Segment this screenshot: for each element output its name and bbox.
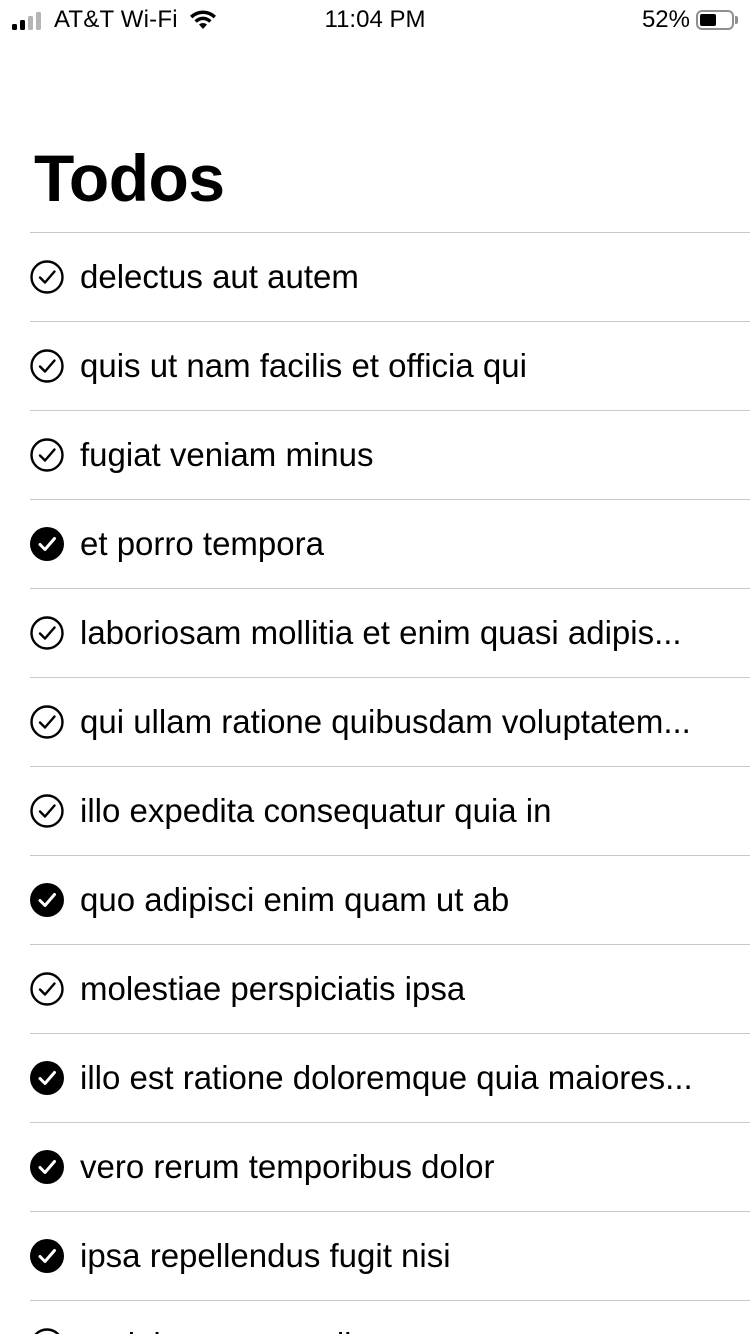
- checkmark-circle-icon[interactable]: [30, 260, 64, 294]
- checkmark-circle-filled-icon[interactable]: [30, 1239, 64, 1273]
- todo-title: et doloremque nulla: [80, 1325, 370, 1334]
- todo-title: quo adipisci enim quam ut ab: [80, 881, 510, 918]
- checkmark-circle-icon[interactable]: [30, 705, 64, 739]
- checkmark-circle-icon[interactable]: [30, 438, 64, 472]
- todo-row[interactable]: molestiae perspiciatis ipsa: [30, 944, 750, 1033]
- todo-title: et porro tempora: [80, 525, 324, 562]
- todo-title: qui ullam ratione quibusdam voluptatem..…: [80, 703, 691, 740]
- status-bar-right: 52%: [642, 6, 738, 34]
- todo-row[interactable]: delectus aut autem: [30, 232, 750, 321]
- checkmark-circle-icon[interactable]: [30, 794, 64, 828]
- todo-title: quis ut nam facilis et officia qui: [80, 347, 527, 384]
- todo-row[interactable]: illo est ratione doloremque quia maiores…: [30, 1033, 750, 1122]
- battery-percentage: 52%: [641, 6, 690, 33]
- todos-screen: AT&T Wi-Fi 11:04 PM 52% Todos delectus a…: [0, 0, 750, 1334]
- checkmark-circle-filled-icon[interactable]: [30, 1150, 64, 1184]
- todo-row[interactable]: quis ut nam facilis et officia qui: [30, 321, 750, 410]
- todo-row[interactable]: et porro tempora: [30, 499, 750, 588]
- todo-row[interactable]: quo adipisci enim quam ut ab: [30, 855, 750, 944]
- checkmark-circle-filled-icon[interactable]: [30, 1061, 64, 1095]
- checkmark-circle-filled-icon[interactable]: [30, 883, 64, 917]
- todo-row[interactable]: qui ullam ratione quibusdam voluptatem..…: [30, 677, 750, 766]
- todo-title: molestiae perspiciatis ipsa: [80, 970, 466, 1007]
- page-title: Todos: [34, 141, 225, 215]
- todo-row[interactable]: fugiat veniam minus: [30, 410, 750, 499]
- todo-row[interactable]: vero rerum temporibus dolor: [30, 1122, 750, 1211]
- checkmark-circle-icon[interactable]: [30, 349, 64, 383]
- battery-icon: [696, 10, 734, 30]
- todo-list: delectus aut autem quis ut nam facilis et…: [0, 232, 750, 1334]
- checkmark-circle-icon[interactable]: [30, 972, 64, 1006]
- todo-title: fugiat veniam minus: [80, 436, 374, 473]
- status-bar: AT&T Wi-Fi 11:04 PM 52%: [0, 0, 750, 40]
- todo-title: vero rerum temporibus dolor: [80, 1148, 495, 1185]
- todo-title: laboriosam mollitia et enim quasi adipis…: [80, 614, 682, 651]
- todo-title: illo expedita consequatur quia in: [80, 792, 552, 829]
- todo-row[interactable]: laboriosam mollitia et enim quasi adipis…: [30, 588, 750, 677]
- battery-cap: [735, 16, 738, 24]
- checkmark-circle-icon[interactable]: [30, 1328, 64, 1334]
- todo-title: illo est ratione doloremque quia maiores…: [80, 1059, 693, 1096]
- checkmark-circle-filled-icon[interactable]: [30, 527, 64, 561]
- todo-row[interactable]: et doloremque nulla: [30, 1300, 750, 1334]
- todo-title: delectus aut autem: [80, 258, 359, 295]
- checkmark-circle-icon[interactable]: [30, 616, 64, 650]
- status-bar-time: 11:04 PM: [324, 6, 426, 33]
- todo-title: ipsa repellendus fugit nisi: [80, 1237, 451, 1274]
- todo-row[interactable]: ipsa repellendus fugit nisi: [30, 1211, 750, 1300]
- todo-row[interactable]: illo expedita consequatur quia in: [30, 766, 750, 855]
